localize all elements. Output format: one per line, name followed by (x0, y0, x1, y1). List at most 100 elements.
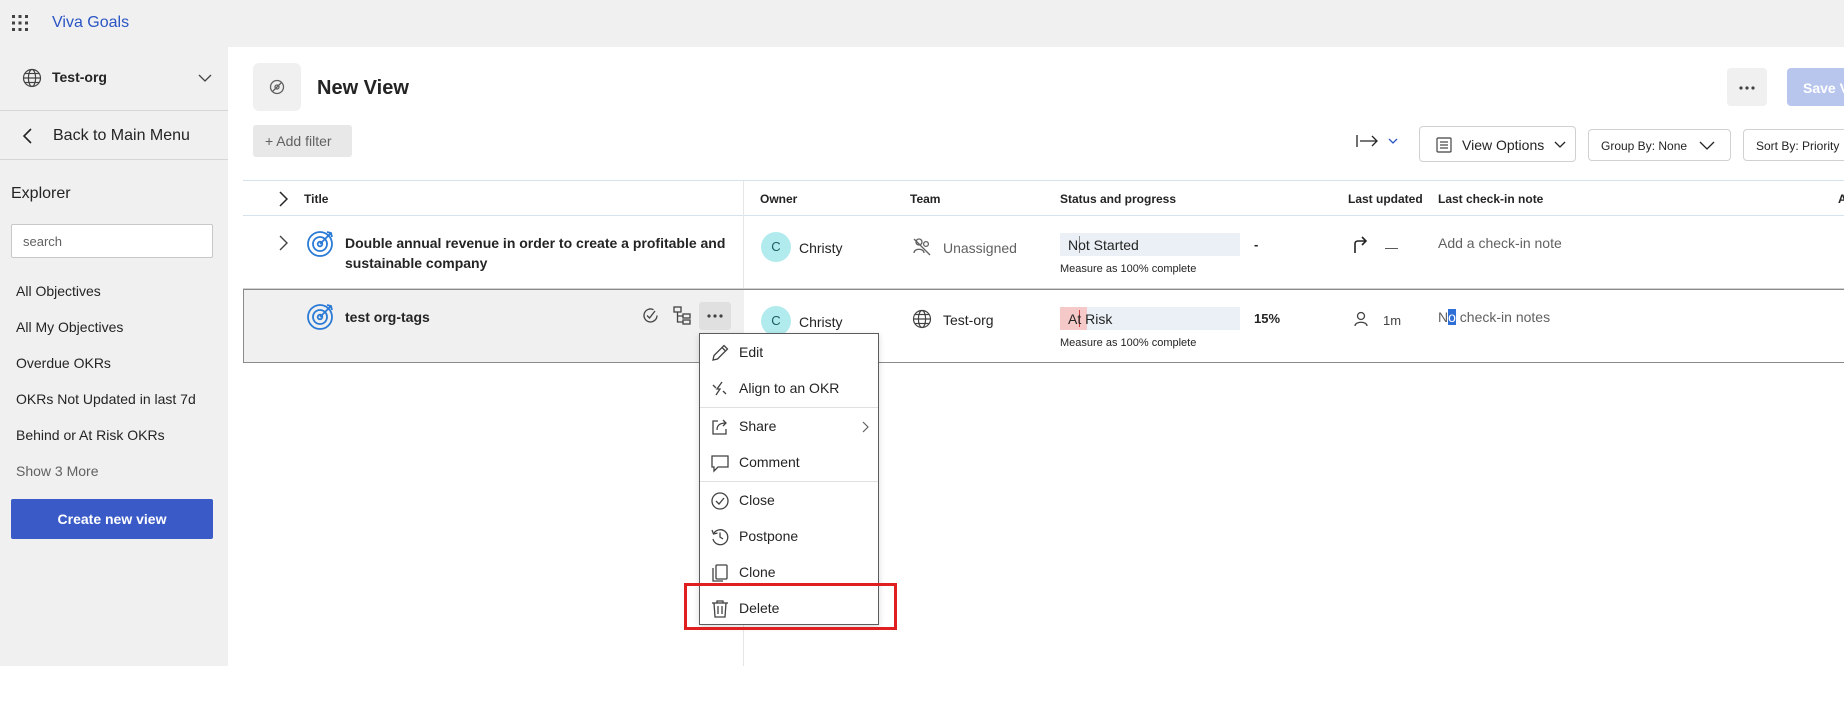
status-progress-bar[interactable]: At Risk (1060, 307, 1240, 330)
column-header-team: Team (910, 192, 941, 206)
status-subtext: Measure as 100% complete (1060, 263, 1197, 275)
status-label: Not Started (1068, 237, 1139, 253)
share-icon (712, 419, 727, 435)
menu-item-edit[interactable]: Edit (700, 334, 878, 370)
column-header-title: Title (304, 192, 329, 206)
divider (0, 159, 228, 160)
explorer-title: Explorer (11, 185, 71, 202)
create-new-view-button[interactable]: Create new view (11, 499, 213, 539)
menu-item-label: Close (739, 492, 775, 508)
app-name[interactable]: Viva Goals (52, 14, 129, 32)
sort-by-dropdown[interactable]: Sort By: Priority (1743, 129, 1844, 161)
nav-okrs-not-updated[interactable]: OKRs Not Updated in last 7d (16, 391, 196, 407)
copy-icon (712, 564, 728, 582)
column-header-last-updated: Last updated (1348, 192, 1423, 206)
column-header-status: Status and progress (1060, 192, 1177, 206)
chevron-down-icon (1554, 141, 1566, 148)
globe-icon (22, 68, 42, 88)
expand-all-chevron-icon[interactable] (279, 191, 288, 207)
objective-title-line[interactable]: Double annual revenue in order to create… (345, 233, 725, 253)
last-updated-value: — (1385, 240, 1398, 255)
globe-icon (912, 309, 932, 329)
back-label: Back to Main Menu (53, 127, 190, 144)
history-icon (711, 529, 729, 546)
row-more-options-button[interactable] (699, 302, 731, 330)
top-bar: Viva Goals (0, 0, 1844, 47)
delete-highlight-box (684, 583, 897, 630)
sort-by-label: Sort By: Priority (1756, 139, 1840, 153)
nav-all-my-objectives[interactable]: All My Objectives (16, 319, 123, 335)
menu-item-label: Postpone (739, 528, 799, 544)
back-to-main-menu[interactable]: Back to Main Menu (0, 111, 228, 159)
status-progress-bar[interactable]: Not Started (1060, 233, 1240, 256)
menu-item-align[interactable]: Align to an OKR (700, 370, 878, 406)
view-options-button[interactable]: View Options (1419, 126, 1576, 162)
avatar: C (761, 232, 791, 262)
team-name[interactable]: Test-org (943, 312, 994, 328)
row-expand-chevron-icon[interactable] (279, 235, 288, 251)
check-circle-icon (711, 492, 729, 510)
group-by-label: Group By: None (1601, 139, 1688, 153)
org-name: Test-org (52, 69, 107, 85)
status-label: At Risk (1068, 311, 1113, 327)
column-header-extra: A (1838, 192, 1844, 206)
add-check-in-note-link[interactable]: Add a check-in note (1438, 235, 1562, 251)
chevron-down-icon (1699, 141, 1715, 150)
chevron-right-icon (862, 421, 869, 433)
sidebar: Test-org Back to Main Menu Explorer All … (0, 47, 228, 666)
nav-behind-at-risk[interactable]: Behind or At Risk OKRs (16, 427, 165, 443)
objective-target-icon (306, 302, 335, 331)
progress-value: 15% (1254, 311, 1281, 326)
team-name[interactable]: Unassigned (943, 240, 1017, 256)
menu-item-comment[interactable]: Comment (700, 444, 878, 480)
note-prefix: N (1438, 309, 1449, 325)
objective-target-icon (306, 229, 335, 258)
menu-item-postpone[interactable]: Postpone (700, 518, 878, 554)
view-options-label: View Options (1462, 137, 1545, 153)
context-menu: Edit Align to an OKR Share Comment Close… (699, 333, 879, 625)
table-row[interactable] (243, 289, 1844, 363)
view-icon (253, 63, 301, 111)
group-by-dropdown[interactable]: Group By: None (1588, 129, 1731, 161)
comment-icon (711, 455, 729, 473)
check-in-icon[interactable] (641, 306, 660, 325)
app-launcher-icon[interactable] (11, 14, 29, 32)
nav-overdue-okrs[interactable]: Overdue OKRs (16, 355, 111, 371)
more-options-button[interactable] (1727, 68, 1767, 106)
person-icon (1354, 311, 1368, 327)
divider (243, 215, 1844, 216)
avatar: C (761, 306, 791, 336)
nav-all-objectives[interactable]: All Objectives (16, 283, 101, 299)
check-in-note[interactable]: No check-in notes (1438, 309, 1550, 325)
menu-item-label: Align to an OKR (739, 380, 840, 396)
menu-item-close[interactable]: Close (700, 482, 878, 518)
chevron-left-icon (22, 128, 32, 144)
note-rest: check-in notes (1455, 309, 1551, 325)
chevron-down-icon (198, 74, 212, 82)
menu-item-label: Edit (739, 344, 764, 360)
column-header-owner: Owner (760, 192, 798, 206)
objective-title-line[interactable]: test org-tags (345, 307, 430, 327)
pencil-icon (712, 344, 729, 361)
hierarchy-icon[interactable] (673, 306, 692, 325)
note-selected-text: o (1448, 309, 1456, 325)
menu-item-label: Clone (739, 564, 776, 580)
org-switcher[interactable]: Test-org (0, 47, 228, 109)
owner-name[interactable]: Christy (799, 314, 843, 330)
show-more-link[interactable]: Show 3 More (16, 463, 98, 479)
objective-title-line[interactable]: sustainable company (345, 253, 487, 273)
add-filter-button[interactable]: + Add filter (253, 125, 352, 157)
owner-name[interactable]: Christy (799, 240, 843, 256)
align-icon (712, 381, 727, 396)
redirect-arrow-icon (1352, 236, 1368, 254)
menu-item-label: Share (739, 418, 777, 434)
save-view-button[interactable]: Save View (1787, 68, 1844, 106)
progress-value: - (1254, 237, 1259, 252)
menu-item-share[interactable]: Share (700, 408, 878, 444)
list-icon (1436, 137, 1452, 153)
page-title: New View (317, 77, 409, 99)
expand-toggle[interactable] (1356, 133, 1402, 149)
search-input[interactable] (11, 224, 213, 258)
menu-item-label: Comment (739, 454, 800, 470)
column-header-last-note: Last check-in note (1438, 192, 1544, 206)
